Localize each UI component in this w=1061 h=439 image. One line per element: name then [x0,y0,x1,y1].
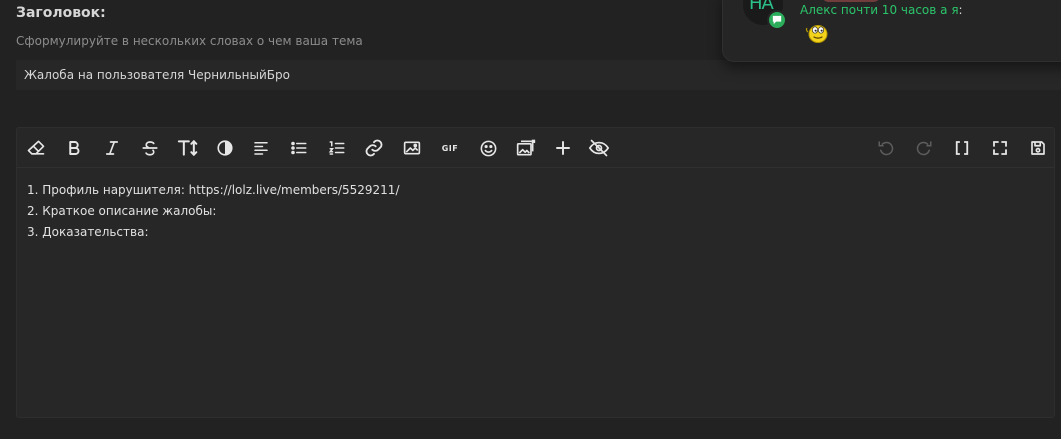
create-thread-page: Заголовок: Сформулируйте в нескольких сл… [0,0,1061,439]
editor-line: 2. Краткое описание жалобы: [27,204,217,218]
numbered-list-icon[interactable] [325,136,349,160]
message-badge-icon [767,10,787,30]
message-editor: GIF 1. Профиль нарушителя: https://lolz.… [16,127,1055,418]
editor-toolbar: GIF [17,128,1054,168]
title-input[interactable] [16,60,1061,90]
editor-line: 1. Профиль нарушителя: https://lolz.live… [27,183,400,197]
notification-separator: : [958,3,963,17]
align-left-icon[interactable] [249,136,273,160]
strikethrough-icon[interactable] [138,136,162,160]
notification-message[interactable]: Алекс почти 10 часов а я: [800,3,963,17]
hide-icon[interactable] [587,136,611,160]
gif-label: GIF [441,143,459,153]
decorative-shape [821,0,881,2]
save-icon[interactable] [1026,136,1050,160]
contrast-icon[interactable] [213,136,237,160]
plus-icon[interactable] [551,136,575,160]
editor-line: 3. Доказательства: [27,225,149,239]
brackets-icon[interactable] [950,136,974,160]
image-icon[interactable] [400,136,424,160]
editor-content[interactable]: 1. Профиль нарушителя: https://lolz.live… [27,180,1044,243]
emoji-icon[interactable] [476,136,500,160]
fullscreen-icon[interactable] [988,136,1012,160]
notification-message-text: Алекс почти 10 часов а я [800,3,959,17]
text-size-icon[interactable] [176,136,200,160]
title-hint: Сформулируйте в нескольких словах о чем … [16,34,363,48]
title-label: Заголовок: [16,5,106,21]
redo-icon[interactable] [912,136,936,160]
bold-icon[interactable] [62,136,86,160]
undo-icon[interactable] [874,136,898,160]
eraser-icon[interactable] [24,136,48,160]
bullet-list-icon[interactable] [287,136,311,160]
italic-icon[interactable] [100,136,124,160]
gallery-icon[interactable] [514,136,538,160]
smiley-emoji-icon [805,19,831,45]
gif-icon[interactable]: GIF [438,136,462,160]
notification-popup[interactable]: НА Алекс почти 10 часов а я: [722,0,1061,62]
link-icon[interactable] [362,136,386,160]
